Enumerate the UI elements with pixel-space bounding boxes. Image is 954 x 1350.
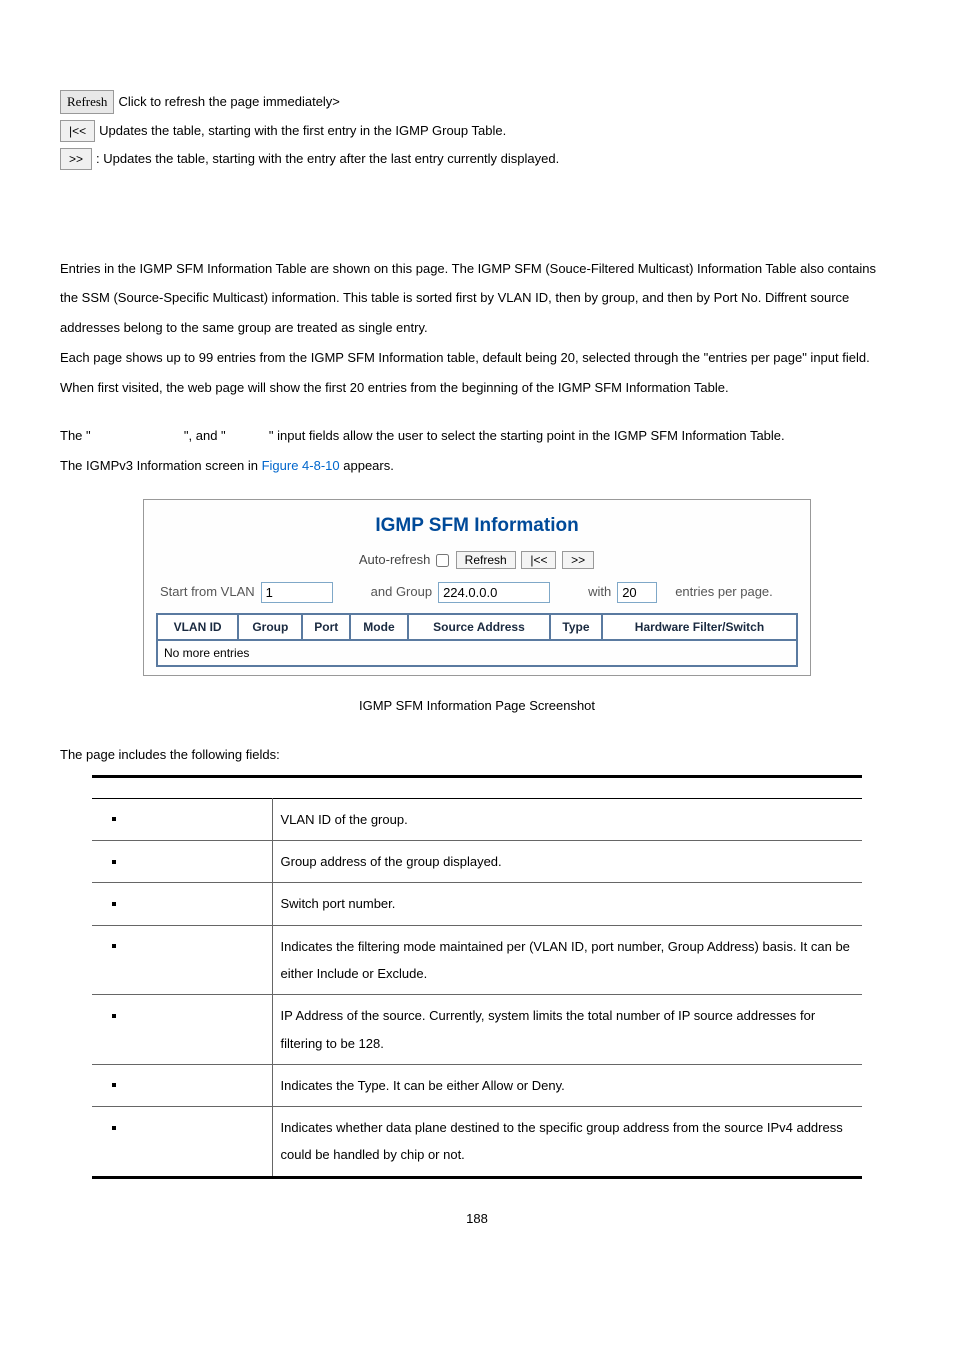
entries-input[interactable] — [617, 582, 657, 603]
bullet-icon — [112, 1083, 116, 1087]
bullet-icon — [112, 1014, 116, 1018]
screenshot-panel: IGMP SFM Information Auto-refresh Refres… — [143, 499, 811, 676]
screenshot-controls: Auto-refresh Refresh |<< >> — [156, 550, 798, 570]
first-button-img: |<< — [60, 120, 95, 142]
table-row: Group address of the group displayed. — [92, 841, 862, 883]
bullet-icon — [112, 1126, 116, 1130]
fields-header-object — [92, 776, 272, 798]
next-button-img: >> — [60, 148, 92, 170]
page-number: 188 — [60, 1209, 894, 1229]
table-row: VLAN ID of the group. — [92, 798, 862, 840]
next-page-button[interactable]: >> — [562, 551, 594, 569]
col-port: Port — [302, 614, 350, 640]
col-type: Type — [550, 614, 602, 640]
vlan-input[interactable] — [261, 582, 333, 603]
col-vlanid: VLAN ID — [157, 614, 238, 640]
fields-header-desc — [272, 776, 862, 798]
fields-table: VLAN ID of the group. Group address of t… — [92, 775, 862, 1179]
paragraph-1: Entries in the IGMP SFM Information Tabl… — [60, 254, 894, 403]
sfm-table: VLAN ID Group Port Mode Source Address T… — [156, 613, 798, 667]
field-desc: IP Address of the source. Currently, sys… — [272, 995, 862, 1065]
screenshot-title: IGMP SFM Information — [156, 512, 798, 541]
bullet-icon — [112, 817, 116, 821]
refresh-button-img: Refresh — [60, 90, 114, 114]
field-desc: Indicates the filtering mode maintained … — [272, 925, 862, 995]
bullet-icon — [112, 944, 116, 948]
refresh-desc: Click to refresh the page immediately> — [118, 92, 339, 112]
row-next: >> : Updates the table, starting with th… — [60, 148, 894, 170]
screenshot-filter: Start from VLAN and Group with entries p… — [156, 582, 798, 603]
col-mode: Mode — [350, 614, 408, 640]
field-desc: Indicates the Type. It can be either All… — [272, 1064, 862, 1106]
auto-refresh-checkbox[interactable] — [436, 554, 449, 567]
field-desc: VLAN ID of the group. — [272, 798, 862, 840]
refresh-button[interactable]: Refresh — [456, 551, 516, 569]
auto-refresh-label: Auto-refresh — [359, 552, 431, 567]
field-desc: Switch port number. — [272, 883, 862, 925]
field-desc: Indicates whether data plane destined to… — [272, 1107, 862, 1178]
table-row: Indicates whether data plane destined to… — [92, 1107, 862, 1178]
paragraph-2: The " ", and " " input fields allow the … — [60, 421, 894, 481]
table-row: IP Address of the source. Currently, sys… — [92, 995, 862, 1065]
next-desc: : Updates the table, starting with the e… — [96, 149, 559, 169]
table-row: Indicates the filtering mode maintained … — [92, 925, 862, 995]
first-page-button[interactable]: |<< — [521, 551, 556, 569]
fields-intro: The page includes the following fields: — [60, 745, 894, 765]
no-entries-row: No more entries — [157, 640, 797, 666]
with-label: with — [588, 582, 611, 602]
row-first: |<< Updates the table, starting with the… — [60, 120, 894, 142]
col-group: Group — [238, 614, 302, 640]
first-desc: Updates the table, starting with the fir… — [99, 121, 506, 141]
bullet-icon — [112, 902, 116, 906]
screenshot-caption: IGMP SFM Information Page Screenshot — [60, 696, 894, 716]
field-desc: Group address of the group displayed. — [272, 841, 862, 883]
table-row: Indicates the Type. It can be either All… — [92, 1064, 862, 1106]
col-source: Source Address — [408, 614, 550, 640]
entries-label: entries per page. — [675, 582, 773, 602]
start-vlan-label: Start from VLAN — [160, 582, 255, 602]
bullet-icon — [112, 860, 116, 864]
col-hw: Hardware Filter/Switch — [602, 614, 797, 640]
table-row: Switch port number. — [92, 883, 862, 925]
figure-link[interactable]: Figure 4-8-10 — [262, 458, 340, 473]
group-label: and Group — [371, 582, 432, 602]
group-input[interactable] — [438, 582, 550, 603]
row-refresh: Refresh Click to refresh the page immedi… — [60, 90, 894, 114]
